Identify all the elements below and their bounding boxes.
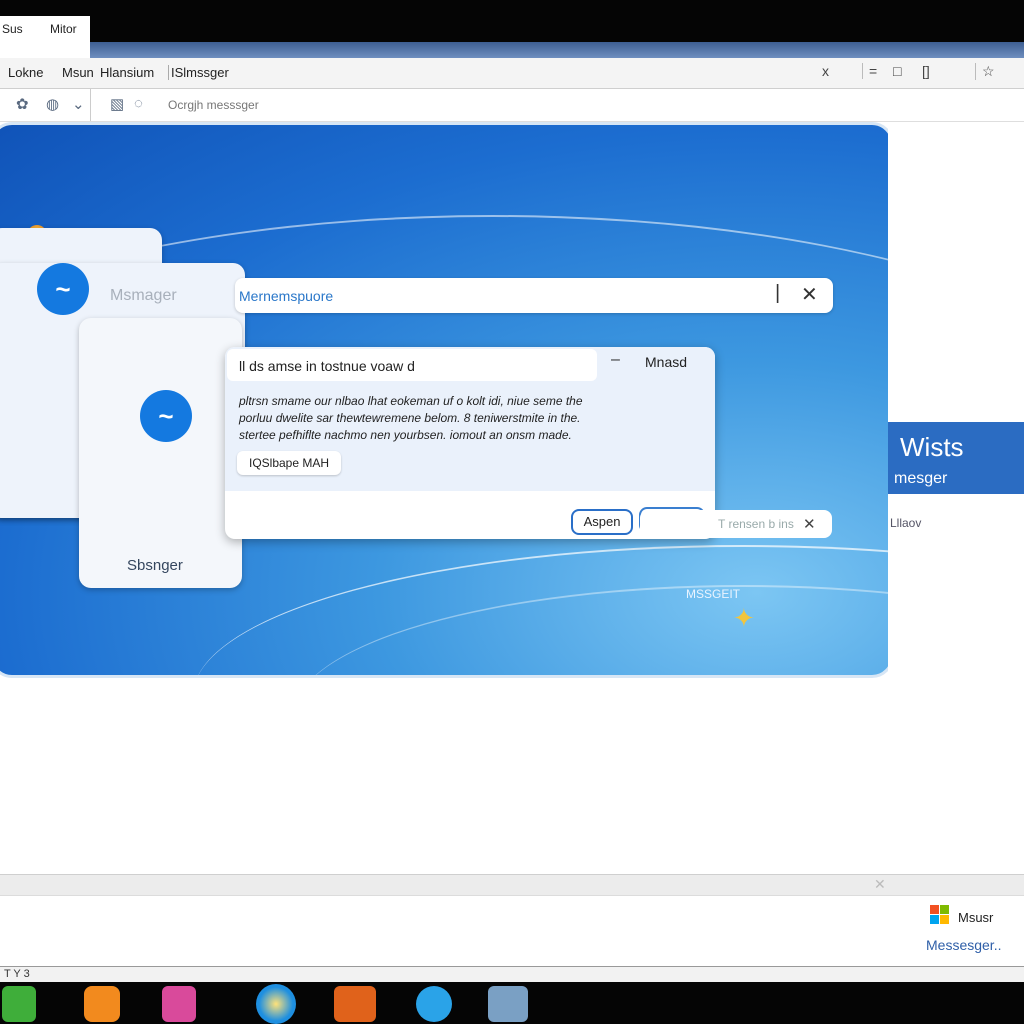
taskbar (0, 982, 1024, 1024)
messenger-icon: ~ (37, 263, 89, 315)
messenger-icon: ~ (140, 390, 192, 442)
taskbar-app-icon[interactable] (84, 986, 120, 1022)
tab-label-1[interactable]: Sus (2, 16, 23, 42)
app-window: Lokne Msun Hlansium ISlmssger x = □ [] ☆… (0, 42, 1024, 968)
search-field[interactable]: Mernemspuore (239, 288, 333, 304)
chevron-down-icon[interactable]: ⌄ (72, 95, 85, 113)
dialog-line: pltrsn smame our nlbao lhat eokeman uf o… (239, 394, 583, 408)
taskbar-app-icon[interactable] (2, 986, 36, 1022)
notification-label: T rensen b ins (718, 517, 794, 531)
close-icon[interactable]: ✕ (801, 282, 818, 307)
close-icon[interactable]: ✕ (874, 876, 886, 893)
status-text: T Y 3 (4, 968, 30, 980)
sparkle-icon: ✦ (733, 603, 755, 633)
messenger-search-bar[interactable]: Mernemspuore | ✕ (235, 278, 833, 313)
bottom-divider: ✕ (0, 874, 1024, 896)
maximize-icon[interactable]: □ (893, 63, 901, 79)
dialog-text: pltrsn smame our nlbao lhat eokeman uf o… (239, 393, 709, 444)
dialog-line: porluu dwelite sar thewtewremene belom. … (239, 411, 581, 425)
title-strip (90, 42, 1024, 58)
messenger-taskbar-icon[interactable] (256, 984, 296, 1024)
taskbar-app-icon[interactable] (488, 986, 528, 1022)
status-bar: T Y 3 (0, 966, 1024, 983)
menu-item-2[interactable]: Msun (62, 65, 94, 80)
taskbar-app-icon[interactable] (416, 986, 452, 1022)
tab-label-2[interactable]: Mitor (50, 16, 77, 42)
top-system-bar (0, 0, 1024, 42)
footer-brand-link[interactable]: Messesger.. (926, 937, 1001, 953)
search-input[interactable]: Ocrgjh messsger (168, 98, 259, 112)
browser-tab[interactable]: Sus Mitor (0, 16, 90, 42)
dialog-input[interactable]: ll ds amse in tostnue voaw d (227, 349, 597, 381)
toolbar: ✿ ◍ ⌄ ▧ ◌ Ocrgjh messsger (0, 89, 1024, 122)
footer-brand: Msusr (958, 910, 994, 925)
settings-icon[interactable]: ✿ (16, 95, 29, 113)
minimize-icon[interactable]: = (862, 63, 877, 79)
message-dialog: ll ds amse in tostnue voaw d – Mnasd plt… (225, 347, 715, 539)
promo-title: Wists (900, 432, 964, 462)
notification-chip[interactable]: T rensen b ins ✕ (640, 510, 832, 538)
dialog-tag[interactable]: IQSlbape MAH (237, 451, 342, 475)
right-sidebar (888, 122, 1024, 672)
menu-item-1[interactable]: Lokne (8, 65, 43, 80)
close-icon[interactable]: x (822, 63, 829, 79)
dialog-input-text[interactable]: ll ds amse in tostnue voaw d (239, 358, 415, 374)
menu-item-4[interactable]: ISlmssger (168, 65, 229, 80)
promo-banner[interactable]: Wists mesger (888, 422, 1024, 494)
taskbar-app-icon[interactable] (334, 986, 376, 1022)
card-label: Msmager (110, 287, 177, 304)
cursor-icon: | (775, 282, 781, 304)
toolbar-divider (90, 89, 91, 121)
side-note: Lllaov (890, 516, 922, 530)
dialog-header-label: Mnasd (645, 354, 688, 370)
restore-icon[interactable]: [] (922, 63, 930, 79)
panel-caption: MSSGEIT (686, 587, 741, 601)
promo-subtitle: mesger (894, 470, 948, 487)
card-label: Sbsnger (127, 557, 183, 574)
windows-logo-icon (930, 905, 950, 925)
menu-bar: Lokne Msun Hlansium ISlmssger x = □ [] ☆ (0, 58, 1024, 89)
primary-button[interactable]: Aspen (571, 509, 633, 535)
taskbar-app-icon[interactable] (162, 986, 196, 1022)
status-icon[interactable]: ◌ (134, 95, 143, 112)
globe-icon[interactable]: ◍ (46, 95, 59, 113)
menu-item-3[interactable]: Hlansium (100, 65, 154, 80)
contacts-icon[interactable]: ▧ (110, 95, 124, 113)
dialog-dash: – (611, 351, 620, 368)
star-icon[interactable]: ☆ (975, 63, 995, 80)
dialog-line: stertee pefhiflte nachmo nen yourbsen. i… (239, 428, 572, 442)
dialog-body: ll ds amse in tostnue voaw d – Mnasd plt… (225, 347, 715, 491)
contact-card-front[interactable]: ~ Sbsnger (79, 318, 242, 588)
close-icon[interactable]: ✕ (803, 515, 816, 533)
